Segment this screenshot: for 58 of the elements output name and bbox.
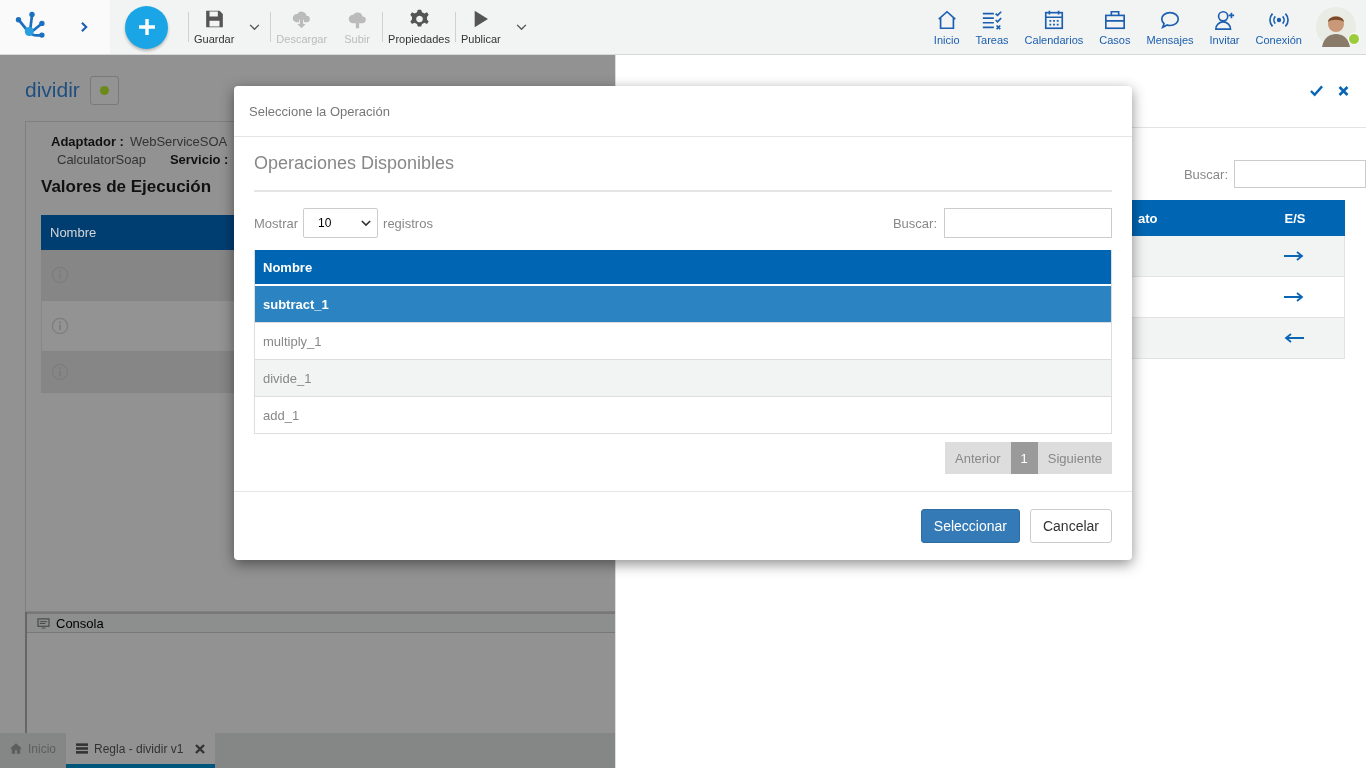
arrow-right-icon [1284, 251, 1304, 261]
page-size-select[interactable]: 10 [303, 208, 379, 238]
nav-button[interactable]: Calendarios [1016, 8, 1092, 46]
search-field[interactable] [944, 208, 1112, 238]
chevron-right-icon[interactable] [80, 21, 89, 33]
select-button[interactable]: Seleccionar [920, 509, 1020, 543]
caret-icon[interactable] [249, 23, 261, 31]
column-header: E/S [1283, 210, 1307, 226]
operation-row[interactable]: divide_1 [255, 359, 1111, 396]
close-icon[interactable] [1337, 85, 1350, 97]
home-icon [935, 8, 958, 31]
publish-button[interactable]: Publicar [455, 9, 506, 45]
nav-button[interactable]: Casos [1091, 8, 1139, 46]
caret-icon[interactable] [515, 23, 527, 31]
home-icon [10, 743, 22, 754]
cancel-button[interactable]: Cancelar [1029, 509, 1112, 543]
caret-icon [361, 219, 372, 227]
cloud-download-icon [291, 9, 313, 29]
nav-button[interactable]: Inicio [925, 8, 968, 46]
dialog-title: Seleccione la Operación [234, 86, 1132, 137]
add-button[interactable] [125, 5, 168, 49]
save-button[interactable]: Guardar [189, 9, 240, 45]
properties-button[interactable]: Propiedades [383, 9, 455, 45]
nav-button[interactable]: Mensajes [1138, 8, 1202, 46]
checklist-icon [981, 8, 1004, 31]
briefcase-icon [1103, 8, 1126, 31]
adapter-value: WebServiceSOA [129, 134, 228, 149]
search-field[interactable] [1234, 160, 1366, 188]
dialog-heading: Operaciones Disponibles [254, 137, 1112, 192]
avatar[interactable] [1316, 7, 1356, 47]
bottom-tab[interactable]: Regla - dividir v1 [66, 733, 216, 768]
adapter-label: Adaptador : [50, 134, 124, 149]
cloud-upload-icon [346, 9, 368, 29]
nav-button[interactable]: Invitar [1201, 8, 1248, 46]
show-label: Mostrar [254, 215, 299, 231]
console-title: Consola [56, 615, 104, 631]
column-header: Nombre [255, 250, 1111, 286]
service-label: Servicio : [169, 152, 229, 167]
gear-icon [408, 9, 430, 29]
calendar-icon [1042, 8, 1065, 31]
arrow-left-icon [1284, 333, 1304, 343]
records-label: registros [383, 215, 433, 231]
plus-icon [136, 17, 157, 37]
operation-row[interactable]: subtract_1 [255, 286, 1111, 322]
list-icon [76, 743, 88, 754]
arrow-right-icon [1284, 292, 1304, 302]
nav-button[interactable]: Conexión [1247, 8, 1310, 46]
rule-title: dividir [25, 78, 80, 102]
search-label: Buscar: [892, 215, 937, 231]
section-title: Valores de Ejecución [41, 177, 213, 197]
port-value: CalculatorSoap [57, 152, 146, 167]
search-label: Buscar: [1183, 166, 1228, 182]
close-icon[interactable] [195, 743, 206, 754]
column-header: ato [1138, 210, 1159, 226]
confirm-check-icon[interactable] [1310, 85, 1323, 97]
nav-button[interactable]: Tareas [967, 8, 1017, 46]
console-icon [37, 617, 50, 629]
add-user-icon [1213, 8, 1236, 31]
